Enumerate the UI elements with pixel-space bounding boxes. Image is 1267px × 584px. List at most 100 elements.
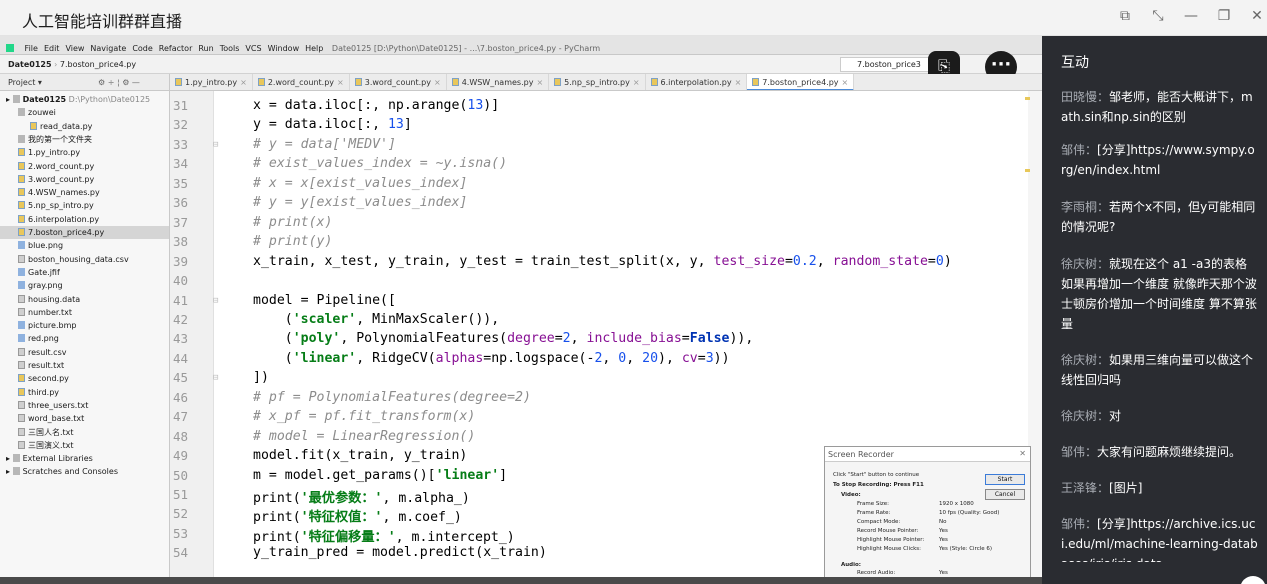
menu-view[interactable]: View: [65, 44, 84, 53]
tree-item[interactable]: blue.png: [0, 239, 63, 252]
code-line[interactable]: m = model.get_params()['linear']: [253, 468, 507, 483]
tree-item[interactable]: ▸ External Libraries: [0, 452, 93, 465]
tab-close-icon[interactable]: ×: [434, 78, 441, 87]
code-token: =: [554, 331, 563, 347]
menu-refactor[interactable]: Refactor: [159, 44, 193, 53]
warning-marker[interactable]: [1025, 97, 1030, 100]
code-line[interactable]: print('特征偏移量：', m.intercept_): [253, 526, 515, 545]
minimize-icon[interactable]: —: [1181, 8, 1201, 24]
editor-tab[interactable]: 2.word_count.py ×: [253, 74, 350, 90]
editor-tab[interactable]: 1.py_intro.py ×: [170, 74, 253, 90]
recorder-start-button[interactable]: Start: [985, 474, 1025, 485]
scroll-down-button[interactable]: [1240, 576, 1266, 584]
tree-item[interactable]: 6.interpolation.py: [0, 213, 99, 226]
code-line[interactable]: x = data.iloc[:, np.arange(13)]: [253, 98, 499, 113]
tree-item[interactable]: zouwei: [0, 106, 56, 119]
tree-item[interactable]: 三国人名.txt: [0, 426, 74, 439]
tree-item[interactable]: read_data.py: [0, 120, 92, 133]
tree-item[interactable]: result.txt: [0, 359, 64, 372]
editor-tab[interactable]: 3.word_count.py ×: [350, 74, 447, 90]
menu-edit[interactable]: Edit: [44, 44, 60, 53]
settings-icon[interactable]: ⚙ ÷ ¦ ⚙ —: [98, 74, 140, 91]
menu-file[interactable]: File: [25, 44, 38, 53]
fold-icon[interactable]: ⊟: [213, 373, 218, 383]
editor-tab[interactable]: 5.np_sp_intro.py ×: [549, 74, 646, 90]
tree-item[interactable]: 4.WSW_names.py: [0, 186, 100, 199]
code-line[interactable]: ]): [253, 370, 269, 385]
recorder-close-icon[interactable]: ✕: [1019, 449, 1026, 458]
code-line[interactable]: ('poly', PolynomialFeatures(degree=2, in…: [253, 331, 754, 347]
recorder-cancel-button[interactable]: Cancel: [985, 489, 1025, 500]
tree-item[interactable]: gray.png: [0, 279, 63, 292]
editor-tab[interactable]: 4.WSW_names.py ×: [447, 74, 550, 90]
menu-run[interactable]: Run: [198, 44, 213, 53]
video-progress-bar[interactable]: [0, 577, 1042, 584]
breadcrumb-root[interactable]: Date0125: [8, 60, 52, 69]
popout-icon[interactable]: ⧉: [1115, 8, 1135, 24]
code-line[interactable]: print('最优参数：', m.alpha_): [253, 487, 470, 506]
tree-item[interactable]: 我的第一个文件夹: [0, 133, 92, 146]
menu-window[interactable]: Window: [268, 44, 300, 53]
code-line[interactable]: ('scaler', MinMaxScaler()),: [253, 312, 499, 327]
tree-item[interactable]: Gate.jfif: [0, 266, 60, 279]
warning-marker[interactable]: [1025, 169, 1030, 172]
code-token: (: [253, 311, 293, 327]
code-line[interactable]: # x_pf = pf.fit_transform(x): [253, 409, 475, 424]
tree-item[interactable]: boston_housing_data.csv: [0, 253, 129, 266]
tab-close-icon[interactable]: ×: [735, 78, 742, 87]
run-config-select[interactable]: 7.boston_price3: [840, 57, 932, 72]
tree-item[interactable]: 1.py_intro.py: [0, 146, 80, 159]
code-line[interactable]: x_train, x_test, y_train, y_test = train…: [253, 254, 952, 269]
code-line[interactable]: y = data.iloc[:, 13]: [253, 117, 412, 132]
tree-item[interactable]: number.txt: [0, 306, 72, 319]
code-line[interactable]: # y = y[exist_values_index]: [253, 195, 467, 210]
code-line[interactable]: model.fit(x_train, y_train): [253, 448, 467, 463]
maximize-icon[interactable]: ❐: [1214, 8, 1234, 24]
fold-icon[interactable]: ⊟: [213, 296, 218, 306]
tab-close-icon[interactable]: ×: [842, 78, 849, 87]
tree-item[interactable]: 2.word_count.py: [0, 160, 94, 173]
menu-code[interactable]: Code: [132, 44, 152, 53]
close-icon[interactable]: ✕: [1247, 8, 1267, 24]
tree-item[interactable]: housing.data: [0, 293, 80, 306]
tree-item[interactable]: third.py: [0, 386, 59, 399]
fullscreen-icon[interactable]: ⤡: [1148, 8, 1168, 24]
code-line[interactable]: # y = data['MEDV']: [253, 137, 396, 152]
editor-tab[interactable]: 7.boston_price4.py ×: [747, 74, 855, 90]
code-line[interactable]: print('特征权值：', m.coef_): [253, 506, 462, 525]
tree-item[interactable]: result.csv: [0, 346, 66, 359]
tree-item[interactable]: ▸ Scratches and Consoles: [0, 465, 118, 478]
project-label[interactable]: Project ▾: [8, 78, 42, 87]
menu-tools[interactable]: Tools: [220, 44, 240, 53]
tab-close-icon[interactable]: ×: [633, 78, 640, 87]
project-panel-header[interactable]: Project ▾ ⚙ ÷ ¦ ⚙ —: [0, 74, 170, 91]
tree-item[interactable]: 三国演义.txt: [0, 439, 74, 452]
code-line[interactable]: # x = x[exist_values_index]: [253, 176, 467, 191]
fold-icon[interactable]: ⊟: [213, 140, 218, 150]
editor-tab[interactable]: 6.interpolation.py ×: [646, 74, 748, 90]
tree-item[interactable]: three_users.txt: [0, 399, 88, 412]
breadcrumb-file[interactable]: 7.boston_price4.py: [60, 60, 136, 69]
code-line[interactable]: # print(x): [253, 215, 332, 230]
code-line[interactable]: # print(y): [253, 234, 332, 249]
tree-item[interactable]: 3.word_count.py: [0, 173, 94, 186]
tree-item[interactable]: word_base.txt: [0, 412, 84, 425]
tab-close-icon[interactable]: ×: [240, 78, 247, 87]
code-line[interactable]: y_train_pred = model.predict(x_train): [253, 545, 547, 560]
menu-help[interactable]: Help: [305, 44, 323, 53]
tab-close-icon[interactable]: ×: [337, 78, 344, 87]
code-line[interactable]: # model = LinearRegression(): [253, 429, 475, 444]
tree-item[interactable]: picture.bmp: [0, 319, 76, 332]
tree-item[interactable]: red.png: [0, 332, 59, 345]
code-line[interactable]: ('linear', RidgeCV(alphas=np.logspace(- 2…: [253, 351, 730, 366]
menu-navigate[interactable]: Navigate: [90, 44, 126, 53]
tree-item[interactable]: 7.boston_price4.py: [0, 226, 169, 239]
tree-item[interactable]: second.py: [0, 372, 69, 385]
tree-item[interactable]: 5.np_sp_intro.py: [0, 199, 94, 212]
code-line[interactable]: model = Pipeline([: [253, 293, 396, 308]
tab-close-icon[interactable]: ×: [536, 78, 543, 87]
code-line[interactable]: # pf = PolynomialFeatures(degree=2): [253, 390, 531, 405]
code-line[interactable]: # exist_values_index = ~y.isna(): [253, 156, 507, 171]
tree-item[interactable]: ▸ Date0125 D:\Python\Date0125: [0, 93, 150, 106]
menu-vcs[interactable]: VCS: [245, 44, 261, 53]
